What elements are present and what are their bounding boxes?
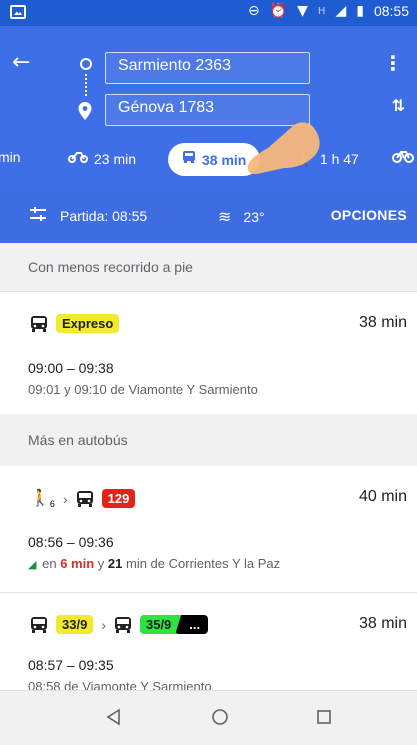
route-dotted-line xyxy=(85,74,89,96)
route-indicator xyxy=(78,58,94,128)
bus-icon xyxy=(182,150,196,169)
section-header-less-walking: Con menos recorrido a pie xyxy=(0,243,417,291)
options-bar: Partida: 08:55 ≋ 23° OPCIONES xyxy=(0,191,417,243)
chevron-right-icon: › xyxy=(101,616,106,633)
mode-transit-label: 38 min xyxy=(202,151,247,168)
tune-icon xyxy=(30,207,46,224)
route-description: 09:01 y 09:10 de Viamonte Y Sarmiento xyxy=(28,382,258,397)
desc-first-departure: 6 min xyxy=(60,556,95,571)
departure-time-button[interactable]: Partida: 08:55 xyxy=(30,207,147,224)
alarm-icon: ⏰ xyxy=(269,3,288,19)
signal-icon: ◢ xyxy=(335,3,347,19)
mode-car-label: min xyxy=(0,149,21,165)
desc-suffix: min de Corrientes Y la Paz xyxy=(126,556,281,571)
origin-input[interactable]: Sarmiento 2363 xyxy=(105,52,310,84)
mode-transit[interactable]: 38 min xyxy=(168,143,261,176)
back-arrow-icon[interactable]: ← xyxy=(12,52,30,74)
line-chip: 129 xyxy=(101,489,136,509)
gallery-notification-icon xyxy=(10,5,26,19)
section-header-more-bus: Más en autobús xyxy=(0,414,417,466)
mode-motorcycle[interactable]: 23 min xyxy=(68,149,136,168)
battery-icon: ▮ xyxy=(356,3,364,19)
route-description: ◢ en 6 min y 21 min de Corrientes Y la P… xyxy=(28,556,280,571)
realtime-icon: ◢ xyxy=(28,559,37,571)
wifi-icon: ▼ xyxy=(297,3,308,19)
chevron-right-icon: › xyxy=(62,490,68,507)
route-times: 08:56 – 09:36 xyxy=(28,534,114,550)
network-type: H xyxy=(317,5,326,17)
more-options-icon[interactable]: ⋮ xyxy=(383,52,403,74)
temperature-label: 23° xyxy=(243,209,265,225)
route-description: 08:58 de Viamonte Y Sarmiento xyxy=(28,679,212,690)
route-times: 09:00 – 09:38 xyxy=(28,360,114,376)
travel-modes: min 23 min 38 min 🚶 1 h 47 xyxy=(0,139,417,183)
route-summary: Expreso xyxy=(30,314,120,333)
swap-icon[interactable]: ⇅ xyxy=(392,96,405,115)
recents-square-icon[interactable] xyxy=(314,707,334,727)
mode-car[interactable]: min xyxy=(0,149,21,165)
bike-icon xyxy=(392,149,414,168)
home-circle-icon[interactable] xyxy=(210,707,230,727)
mode-walk-label: 1 h 47 xyxy=(319,151,359,167)
walk-icon: 🚶6 xyxy=(30,490,55,510)
route-duration: 38 min xyxy=(358,615,407,632)
desc-prefix: en xyxy=(42,556,57,571)
route-card[interactable]: Expreso 38 min 09:00 – 09:38 09:01 y 09:… xyxy=(0,292,417,414)
route-card[interactable]: 33/9 › 35/9 ... 38 min 08:57 – 09:35 08:… xyxy=(0,593,417,690)
status-bar: ⊖ ⏰ ▼ H ◢ ▮ 08:55 xyxy=(0,0,417,26)
line-chip: 33/9 xyxy=(56,615,94,634)
route-duration: 40 min xyxy=(358,488,407,505)
haze-icon: ≋ xyxy=(218,209,232,226)
bus-icon xyxy=(114,616,132,633)
desc-mid: y xyxy=(97,556,105,571)
departure-label: Partida: 08:55 xyxy=(60,207,148,224)
destination-input[interactable]: Génova 1783 xyxy=(105,94,310,126)
mode-bike[interactable] xyxy=(392,149,414,168)
origin-circle-icon xyxy=(80,58,92,70)
mode-motorcycle-label: 23 min xyxy=(94,150,137,167)
destination-pin-icon xyxy=(78,102,92,120)
walk-minutes: 6 xyxy=(49,499,55,510)
bus-icon xyxy=(76,490,94,507)
options-button[interactable]: OPCIONES xyxy=(331,207,407,223)
line-chip: Expreso xyxy=(56,314,120,333)
route-summary: 🚶6 › 129 xyxy=(30,488,136,510)
dnd-icon: ⊖ xyxy=(247,3,260,19)
route-times: 08:57 – 09:35 xyxy=(28,657,114,673)
mode-walk[interactable]: 🚶 1 h 47 xyxy=(294,149,359,169)
route-summary: 33/9 › 35/9 ... xyxy=(30,615,209,634)
status-time: 08:55 xyxy=(373,3,409,19)
walk-icon: 🚶 xyxy=(294,151,314,168)
route-card[interactable]: 🚶6 › 129 40 min 08:56 – 09:36 ◢ en 6 min… xyxy=(0,466,417,588)
status-icons: ⊖ ⏰ ▼ H ◢ ▮ 08:55 xyxy=(248,3,409,19)
system-navigation-bar xyxy=(0,690,417,745)
bus-icon xyxy=(30,616,48,633)
weather-info: ≋ 23° xyxy=(218,207,265,227)
back-triangle-icon[interactable] xyxy=(104,707,124,727)
bus-icon xyxy=(30,315,48,332)
route-duration: 38 min xyxy=(358,314,407,331)
desc-second-departure: 21 xyxy=(107,556,123,571)
motorcycle-icon xyxy=(68,149,88,168)
directions-header: ← Sarmiento 2363 Génova 1783 ⋮ ⇅ min 23 … xyxy=(0,26,417,191)
